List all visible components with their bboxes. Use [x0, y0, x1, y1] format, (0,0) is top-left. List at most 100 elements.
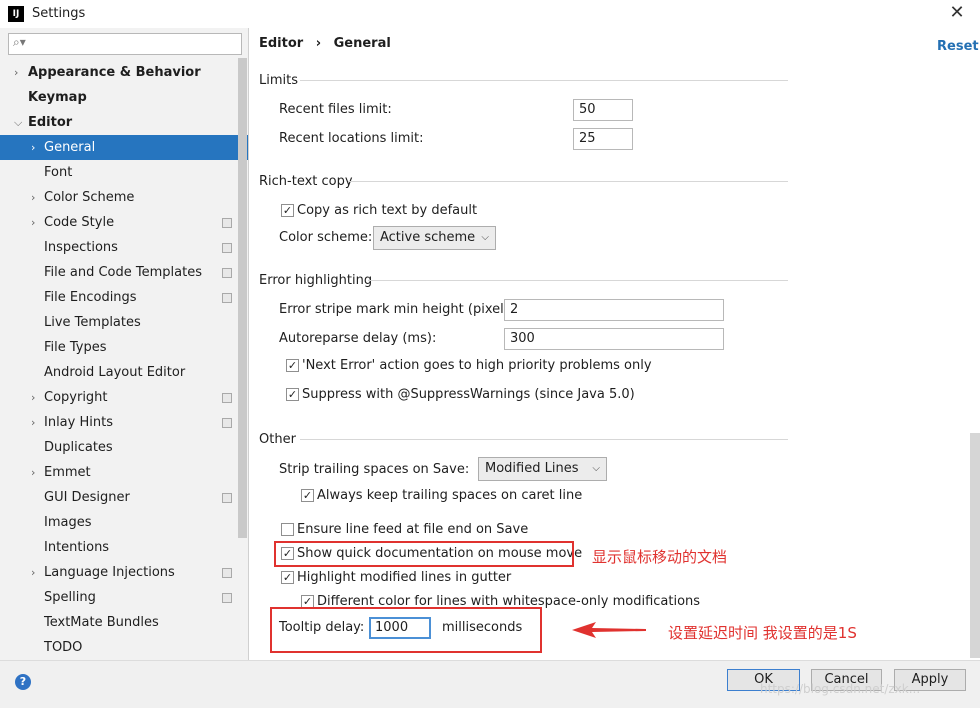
tree-item-code-style[interactable]: › Code Style: [0, 210, 248, 235]
project-scope-icon: [222, 268, 232, 278]
suppress-warnings-label: Suppress with @SuppressWarnings (since J…: [302, 387, 635, 402]
tree-item-file-types[interactable]: File Types: [0, 335, 248, 360]
annotation-box-quick-doc: [274, 541, 574, 567]
recent-files-field[interactable]: 50: [573, 99, 633, 121]
watermark-text: https://blog.csdn.net/zxk...: [760, 682, 921, 696]
chevron-right-icon[interactable]: ›: [31, 460, 35, 485]
chevron-right-icon[interactable]: ›: [14, 60, 18, 85]
chevron-right-icon[interactable]: ›: [31, 560, 35, 585]
recent-files-label: Recent files limit:: [279, 102, 392, 117]
tree-item-todo[interactable]: TODO: [0, 635, 248, 660]
intellij-app-icon: IJ: [8, 6, 24, 22]
project-scope-icon: [222, 568, 232, 578]
project-scope-icon: [222, 493, 232, 503]
tree-item-live-templates[interactable]: Live Templates: [0, 310, 248, 335]
settings-tree: › Appearance & Behavior Keymap ⌵ Editor › Gene…: [0, 60, 248, 660]
stripe-height-field[interactable]: 2: [504, 299, 724, 321]
strip-trailing-value: Modified Lines: [485, 461, 579, 476]
tree-item-label: Copyright: [44, 390, 108, 405]
tree-item-textmate-bundles[interactable]: TextMate Bundles: [0, 610, 248, 635]
tree-item-label: Code Style: [44, 215, 115, 230]
tree-item-label: File Types: [44, 340, 107, 355]
breadcrumb: Editor › General: [259, 36, 391, 51]
line-feed-label: Ensure line feed at file end on Save: [297, 522, 529, 537]
annotation-arrow-icon: [572, 622, 646, 638]
tree-scrollbar[interactable]: [238, 58, 247, 538]
highlight-modified-checkbox[interactable]: ✓: [281, 571, 294, 584]
tree-item-keymap[interactable]: Keymap: [0, 85, 248, 110]
chevron-right-icon[interactable]: ›: [31, 385, 35, 410]
tree-item-general[interactable]: › General: [0, 135, 248, 160]
breadcrumb-general: General: [333, 36, 391, 51]
tree-item-label: Keymap: [28, 90, 87, 105]
tree-item-emmet[interactable]: › Emmet: [0, 460, 248, 485]
tree-item-file-and-code-templates[interactable]: File and Code Templates: [0, 260, 248, 285]
tree-item-inspections[interactable]: Inspections: [0, 235, 248, 260]
search-input[interactable]: ⌕▾: [8, 33, 242, 55]
tree-item-editor[interactable]: ⌵ Editor: [0, 110, 248, 135]
tree-item-label: Spelling: [44, 590, 96, 605]
recent-locations-field[interactable]: 25: [573, 128, 633, 150]
tree-item-spelling[interactable]: Spelling: [0, 585, 248, 610]
tree-item-label: Intentions: [44, 540, 110, 555]
section-other-title: Other: [259, 432, 296, 447]
tree-item-label: Appearance & Behavior: [28, 65, 201, 80]
strip-trailing-label: Strip trailing spaces on Save:: [279, 462, 470, 477]
tree-item-duplicates[interactable]: Duplicates: [0, 435, 248, 460]
project-scope-icon: [222, 393, 232, 403]
chevron-right-icon[interactable]: ›: [31, 210, 35, 235]
panel-splitter[interactable]: [248, 28, 249, 660]
chevron-down-icon[interactable]: ⌵: [14, 110, 22, 135]
project-scope-icon: [222, 293, 232, 303]
chevron-right-icon[interactable]: ›: [31, 185, 35, 210]
tree-item-images[interactable]: Images: [0, 510, 248, 535]
close-icon[interactable]: ✕: [946, 2, 968, 24]
autoreparse-label: Autoreparse delay (ms):: [279, 331, 437, 346]
breadcrumb-separator: ›: [315, 36, 322, 51]
copy-rich-text-checkbox[interactable]: ✓: [281, 204, 294, 217]
project-scope-icon: [222, 243, 232, 253]
suppress-warnings-checkbox[interactable]: ✓: [286, 388, 299, 401]
tree-item-label: File Encodings: [44, 290, 137, 305]
title-bar: [0, 0, 980, 28]
tree-item-inlay-hints[interactable]: › Inlay Hints: [0, 410, 248, 435]
tree-item-color-scheme[interactable]: › Color Scheme: [0, 185, 248, 210]
recent-locations-label: Recent locations limit:: [279, 131, 424, 146]
section-divider: [300, 80, 788, 81]
tree-item-android-layout-editor[interactable]: Android Layout Editor: [0, 360, 248, 385]
tree-item-label: Inspections: [44, 240, 118, 255]
tree-item-language-injections[interactable]: › Language Injections: [0, 560, 248, 585]
color-scheme-dropdown[interactable]: Active scheme ⌵: [373, 226, 496, 250]
help-icon[interactable]: ?: [15, 674, 31, 690]
highlight-modified-label: Highlight modified lines in gutter: [297, 570, 512, 585]
tree-item-gui-designer[interactable]: GUI Designer: [0, 485, 248, 510]
next-error-checkbox[interactable]: ✓: [286, 359, 299, 372]
tree-item-appearance-behavior[interactable]: › Appearance & Behavior: [0, 60, 248, 85]
keep-trailing-checkbox[interactable]: ✓: [301, 489, 314, 502]
breadcrumb-editor: Editor: [259, 36, 304, 51]
reset-link[interactable]: Reset: [937, 39, 979, 54]
tree-item-label: Duplicates: [44, 440, 113, 455]
tree-item-label: GUI Designer: [44, 490, 130, 505]
chevron-right-icon[interactable]: ›: [31, 410, 35, 435]
chevron-down-icon: ⌵: [592, 463, 600, 474]
tree-item-label: Color Scheme: [44, 190, 135, 205]
section-error-highlighting-title: Error highlighting: [259, 273, 373, 288]
content-scrollbar[interactable]: [970, 433, 980, 658]
line-feed-checkbox[interactable]: [281, 523, 294, 536]
tree-item-file-encodings[interactable]: File Encodings: [0, 285, 248, 310]
autoreparse-field[interactable]: 300: [504, 328, 724, 350]
tree-item-font[interactable]: Font: [0, 160, 248, 185]
strip-trailing-dropdown[interactable]: Modified Lines ⌵: [478, 457, 607, 481]
color-scheme-value: Active scheme: [380, 230, 476, 245]
chevron-right-icon[interactable]: ›: [31, 135, 35, 160]
annotation-box-tooltip: [270, 607, 542, 653]
tree-item-label: Android Layout Editor: [44, 365, 186, 380]
keep-trailing-label: Always keep trailing spaces on caret lin…: [317, 488, 583, 503]
copy-rich-text-label: Copy as rich text by default: [297, 203, 478, 218]
annotation-tooltip-note: 设置延迟时间 我设置的是1S: [668, 624, 857, 642]
tree-item-copyright[interactable]: › Copyright: [0, 385, 248, 410]
window-title: Settings: [32, 6, 86, 21]
tree-item-label: Font: [44, 165, 73, 180]
tree-item-intentions[interactable]: Intentions: [0, 535, 248, 560]
